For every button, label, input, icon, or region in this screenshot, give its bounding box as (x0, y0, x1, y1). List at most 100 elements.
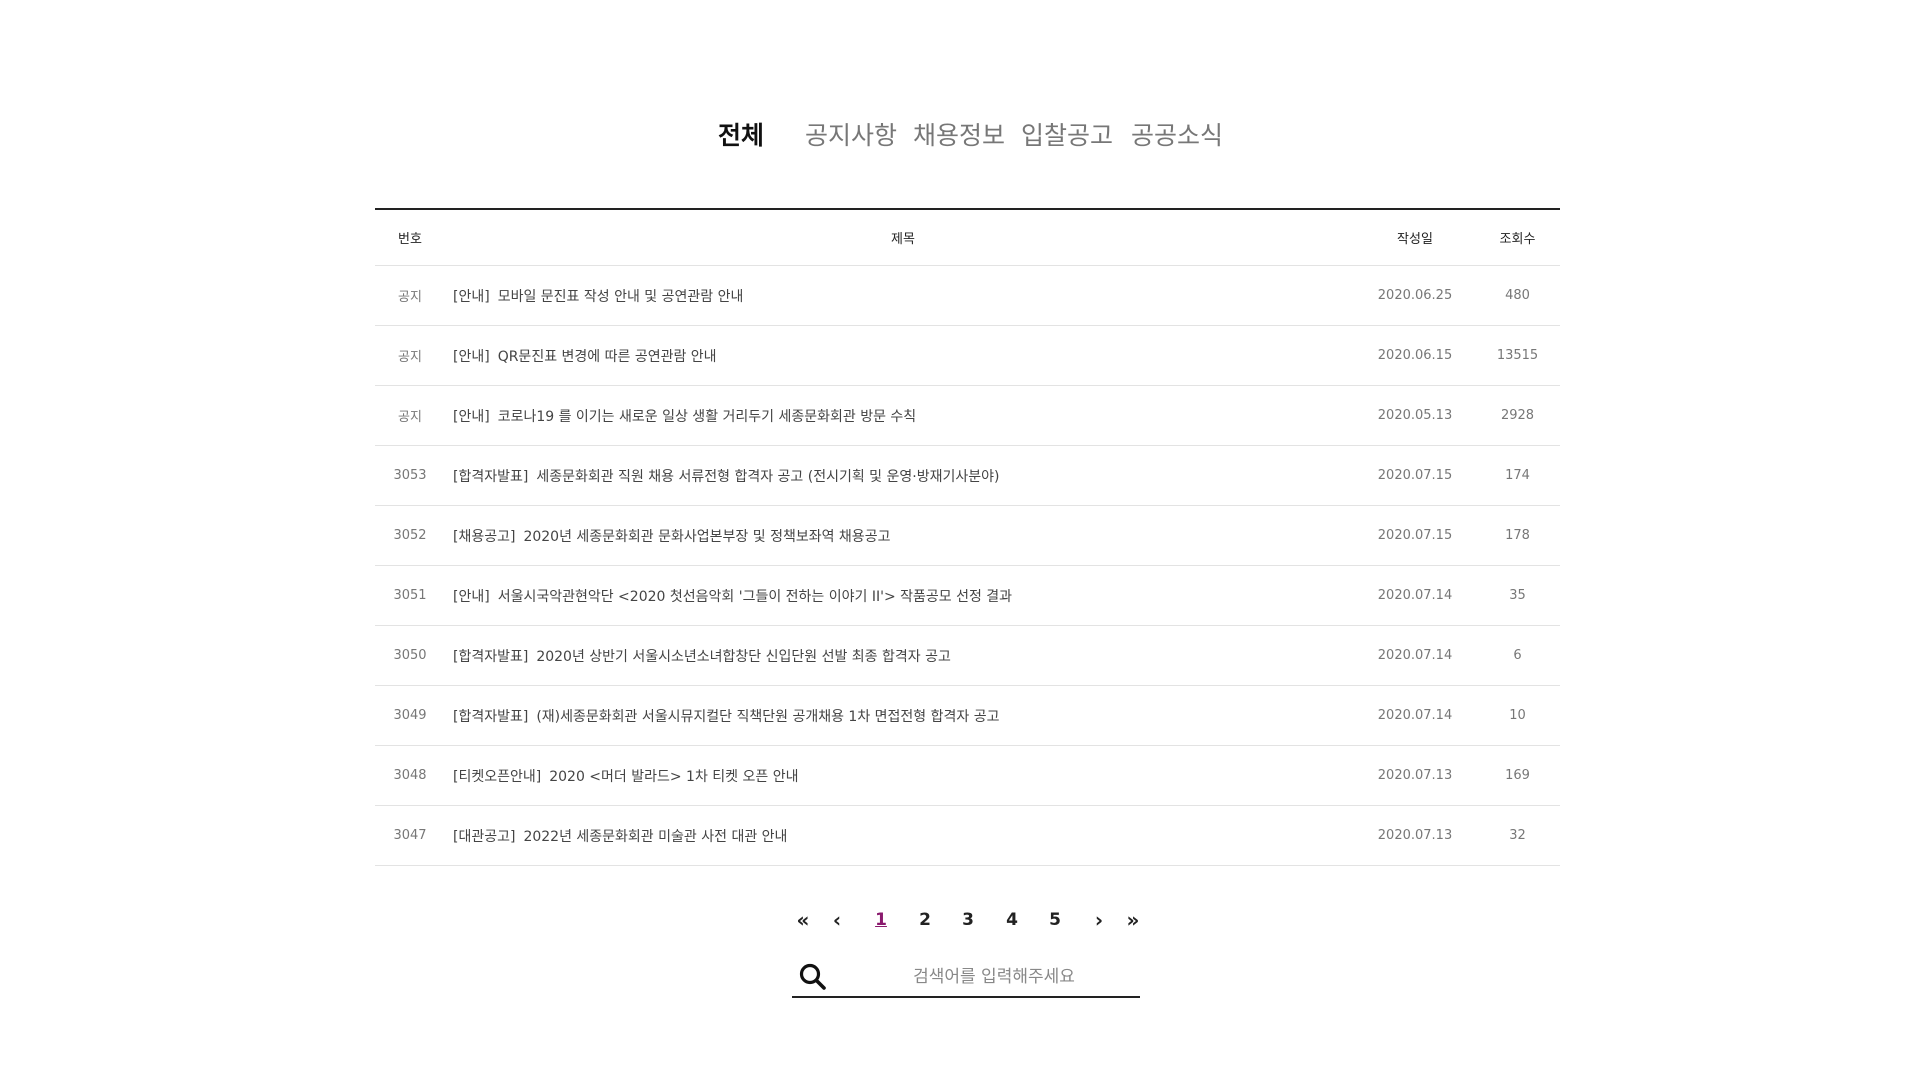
table-row: 공지 [안내] 모바일 문진표 작성 안내 및 공연관람 안내 2020.06.2… (375, 266, 1560, 326)
row-num: 공지 (398, 410, 422, 425)
row-title-link[interactable]: [안내] QR문진표 변경에 따른 공연관람 안내 (453, 346, 717, 366)
row-num: 3049 (393, 708, 427, 723)
search-input[interactable] (852, 960, 1136, 994)
row-category: [안내] (453, 288, 490, 305)
row-title-link[interactable]: [채용공고] 2020년 세종문화회관 문화사업본부장 및 정책보좌역 채용공고 (453, 526, 890, 546)
row-num: 3048 (393, 768, 427, 783)
row-num: 공지 (398, 350, 422, 365)
row-category: [대관공고] (453, 828, 516, 845)
board-table: 번호 제목 작성일 조회수 공지 [안내] 모바일 문진표 작성 안내 및 공연관… (375, 208, 1560, 866)
table-row: 공지 [안내] 코로나19 를 이기는 새로운 일상 생활 거리두기 세종문화회관… (375, 386, 1560, 446)
row-date: 2020.07.14 (1377, 708, 1453, 723)
table-row: 3051 [안내] 서울시국악관현악단 <2020 첫선음악회 '그들이 전하는 … (375, 566, 1560, 626)
row-date: 2020.07.13 (1377, 768, 1453, 783)
table-row: 3049 [합격자발표] (재)세종문화회관 서울시뮤지컬단 직책단원 공개채용 … (375, 686, 1560, 746)
row-category: [안내] (453, 588, 490, 605)
table-row: 3053 [합격자발표] 세종문화회관 직원 채용 서류전형 합격자 공고 (전시… (375, 446, 1560, 506)
row-title-link[interactable]: [안내] 코로나19 를 이기는 새로운 일상 생활 거리두기 세종문화회관 방문… (453, 406, 916, 426)
tab-bid[interactable]: 입찰공고 (1021, 116, 1113, 156)
page-1-button[interactable]: 1 (866, 905, 896, 935)
row-category: [안내] (453, 408, 490, 425)
table-row: 3047 [대관공고] 2022년 세종문화회관 미술관 사전 대관 안내 202… (375, 806, 1560, 866)
row-title: 2020년 상반기 서울시소년소녀합창단 신입단원 선발 최종 합격자 공고 (536, 648, 951, 665)
first-page-button[interactable]: « (788, 905, 818, 935)
row-title-cell: [안내] QR문진표 변경에 따른 공연관람 안내 (453, 326, 1353, 385)
row-title-link[interactable]: [합격자발표] (재)세종문화회관 서울시뮤지컬단 직책단원 공개채용 1차 면접… (453, 706, 999, 726)
row-title-cell: [채용공고] 2020년 세종문화회관 문화사업본부장 및 정책보좌역 채용공고 (453, 506, 1353, 565)
row-title: 2020 <머더 발라드> 1차 티켓 오픈 안내 (549, 768, 799, 785)
last-page-button[interactable]: » (1118, 905, 1148, 935)
row-title: 모바일 문진표 작성 안내 및 공연관람 안내 (497, 288, 744, 305)
row-num: 3047 (393, 828, 427, 843)
row-num: 3052 (393, 528, 427, 543)
row-date: 2020.07.13 (1377, 828, 1453, 843)
row-title-link[interactable]: [합격자발표] 2020년 상반기 서울시소년소녀합창단 신입단원 선발 최종 합… (453, 646, 951, 666)
row-category: [티켓오픈안내] (453, 768, 542, 785)
row-num: 3051 (393, 588, 427, 603)
row-title-cell: [대관공고] 2022년 세종문화회관 미술관 사전 대관 안내 (453, 806, 1353, 865)
row-views: 2928 (1500, 408, 1535, 423)
row-title-link[interactable]: [안내] 서울시국악관현악단 <2020 첫선음악회 '그들이 전하는 이야기 I… (453, 586, 1012, 606)
search-icon[interactable] (798, 962, 828, 992)
search-bar (792, 956, 1140, 998)
row-title-cell: [안내] 모바일 문진표 작성 안내 및 공연관람 안내 (453, 266, 1353, 325)
table-row: 3052 [채용공고] 2020년 세종문화회관 문화사업본부장 및 정책보좌역 … (375, 506, 1560, 566)
pagination: « ‹ 1 2 3 4 5 › » (0, 905, 1920, 935)
row-title-cell: [안내] 코로나19 를 이기는 새로운 일상 생활 거리두기 세종문화회관 방문… (453, 386, 1353, 445)
row-title: QR문진표 변경에 따른 공연관람 안내 (497, 348, 717, 365)
row-num: 공지 (398, 290, 422, 305)
page-4-button[interactable]: 4 (997, 905, 1027, 935)
row-views: 32 (1509, 828, 1526, 843)
row-views: 174 (1505, 468, 1530, 483)
row-category: [합격자발표] (453, 708, 529, 725)
row-date: 2020.05.13 (1377, 408, 1453, 423)
tab-all[interactable]: 전체 (718, 116, 764, 156)
row-title: 2020년 세종문화회관 문화사업본부장 및 정책보좌역 채용공고 (523, 528, 891, 545)
header-title: 제목 (891, 232, 915, 247)
header-num: 번호 (398, 232, 422, 247)
next-page-button[interactable]: › (1084, 905, 1114, 935)
row-date: 2020.07.14 (1377, 588, 1453, 603)
table-row: 3050 [합격자발표] 2020년 상반기 서울시소년소녀합창단 신입단원 선발… (375, 626, 1560, 686)
row-date: 2020.06.15 (1377, 348, 1453, 363)
row-title: (재)세종문화회관 서울시뮤지컬단 직책단원 공개채용 1차 면접전형 합격자 … (536, 708, 1000, 725)
tab-public-news[interactable]: 공공소식 (1131, 116, 1223, 156)
row-views: 6 (1513, 648, 1522, 663)
row-views: 169 (1505, 768, 1530, 783)
row-date: 2020.07.14 (1377, 648, 1453, 663)
header-views: 조회수 (1499, 232, 1536, 247)
row-date: 2020.06.25 (1377, 288, 1453, 303)
row-category: [합격자발표] (453, 648, 529, 665)
row-title-link[interactable]: [합격자발표] 세종문화회관 직원 채용 서류전형 합격자 공고 (전시기획 및 … (453, 466, 999, 486)
row-views: 13515 (1496, 348, 1539, 363)
prev-page-button[interactable]: ‹ (822, 905, 852, 935)
row-title-cell: [합격자발표] 2020년 상반기 서울시소년소녀합창단 신입단원 선발 최종 합… (453, 626, 1353, 685)
page-5-button[interactable]: 5 (1040, 905, 1070, 935)
row-title-cell: [합격자발표] (재)세종문화회관 서울시뮤지컬단 직책단원 공개채용 1차 면접… (453, 686, 1353, 745)
page-3-button[interactable]: 3 (953, 905, 983, 935)
table-header: 번호 제목 작성일 조회수 (375, 210, 1560, 266)
row-title-cell: [안내] 서울시국악관현악단 <2020 첫선음악회 '그들이 전하는 이야기 I… (453, 566, 1353, 625)
row-num: 3053 (393, 468, 427, 483)
row-title-cell: [합격자발표] 세종문화회관 직원 채용 서류전형 합격자 공고 (전시기획 및 … (453, 446, 1353, 505)
table-row: 공지 [안내] QR문진표 변경에 따른 공연관람 안내 2020.06.15 1… (375, 326, 1560, 386)
page-2-button[interactable]: 2 (910, 905, 940, 935)
row-views: 35 (1509, 588, 1526, 603)
row-category: [채용공고] (453, 528, 516, 545)
row-category: [안내] (453, 348, 490, 365)
row-date: 2020.07.15 (1377, 468, 1453, 483)
row-title-link[interactable]: [티켓오픈안내] 2020 <머더 발라드> 1차 티켓 오픈 안내 (453, 766, 798, 786)
row-title: 2022년 세종문화회관 미술관 사전 대관 안내 (523, 828, 788, 845)
row-title-link[interactable]: [대관공고] 2022년 세종문화회관 미술관 사전 대관 안내 (453, 826, 787, 846)
tab-notice[interactable]: 공지사항 (805, 116, 897, 156)
row-title: 코로나19 를 이기는 새로운 일상 생활 거리두기 세종문화회관 방문 수칙 (497, 408, 917, 425)
header-date: 작성일 (1397, 232, 1433, 247)
row-title-link[interactable]: [안내] 모바일 문진표 작성 안내 및 공연관람 안내 (453, 286, 743, 306)
row-views: 10 (1509, 708, 1526, 723)
category-tabs: 전체 공지사항 채용정보 입찰공고 공공소식 (0, 116, 1920, 156)
row-title: 세종문화회관 직원 채용 서류전형 합격자 공고 (전시기획 및 운영·방재기사… (536, 468, 1000, 485)
row-views: 480 (1505, 288, 1530, 303)
row-views: 178 (1505, 528, 1530, 543)
tab-recruit[interactable]: 채용정보 (913, 116, 1005, 156)
row-num: 3050 (393, 648, 427, 663)
